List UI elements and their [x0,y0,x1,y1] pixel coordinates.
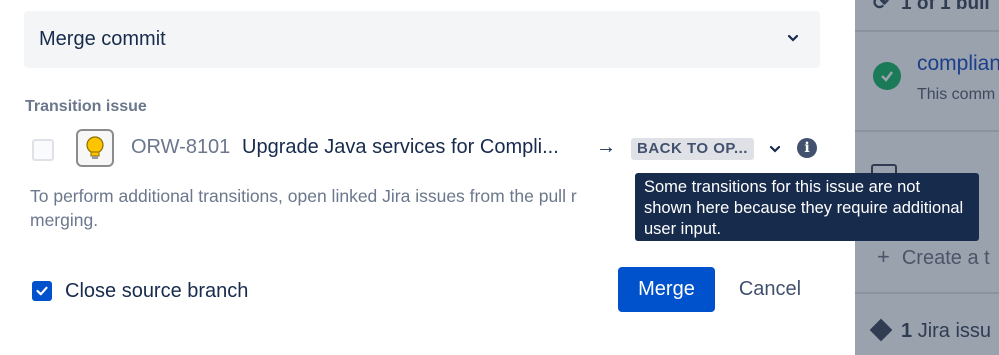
info-icon[interactable]: i [797,138,817,158]
status-chevron-down-icon[interactable] [768,142,782,161]
issue-summary: Upgrade Java services for Compli... [242,136,559,158]
cancel-button[interactable]: Cancel [722,267,818,312]
jira-icon [869,318,893,342]
chevron-down-icon [786,31,800,50]
create-task-link[interactable]: + Create a t [877,244,990,270]
transition-help-text: To perform additional transitions, open … [30,186,577,230]
close-branch-label: Close source branch [65,279,249,302]
transition-checkbox[interactable] [32,139,54,161]
arrow-right-icon: → [596,136,616,158]
merge-button[interactable]: Merge [618,267,715,312]
check-text: This comm [917,86,996,103]
build-status: ⟳ 1 of 1 buil [873,0,990,15]
merge-strategy-select[interactable]: Merge commit [24,11,820,68]
plus-icon: + [877,244,890,269]
close-source-branch-option[interactable]: Close source branch [32,279,248,303]
sync-icon: ⟳ [873,0,889,14]
transition-issue-label: Transition issue [25,98,147,115]
close-branch-checkbox[interactable] [32,281,52,301]
transition-issue-row: ORW-8101 Upgrade Java services for Compl… [0,128,855,172]
lightbulb-icon [76,129,114,167]
check-link[interactable]: complian [917,52,999,76]
status-lozenge[interactable]: BACK TO OP... [631,138,754,160]
divider [855,292,999,294]
jira-issues-header: 1 Jira issu [869,318,991,343]
success-check-icon [873,62,901,90]
transitions-tooltip: Some transitions for this issue are not … [635,173,979,241]
divider [855,130,999,132]
issue-key-link[interactable]: ORW-8101 [131,136,230,159]
divider [855,30,999,32]
merge-strategy-value: Merge commit [39,28,166,50]
